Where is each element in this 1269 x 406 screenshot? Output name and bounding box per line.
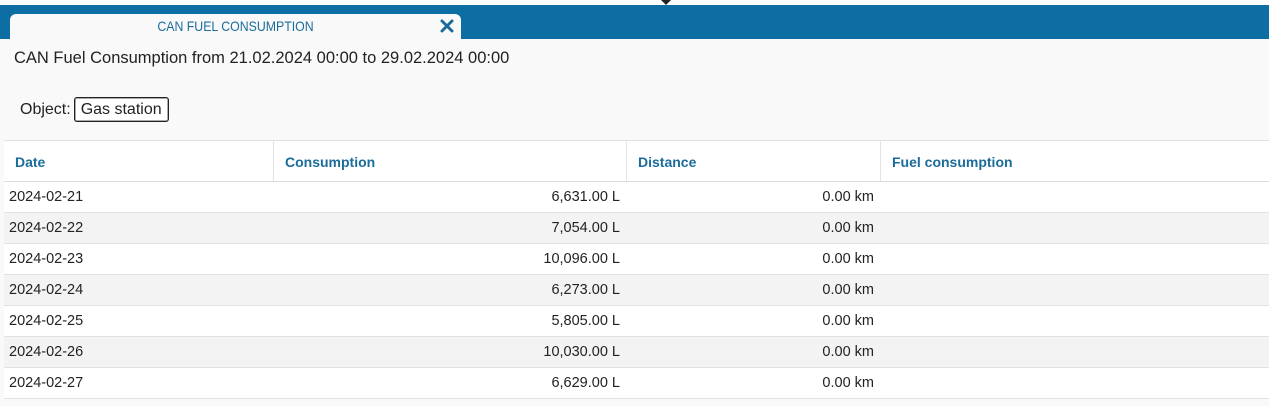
column-header-consumption[interactable]: Consumption <box>274 141 627 181</box>
column-header-date[interactable]: Date <box>4 141 274 181</box>
close-icon[interactable] <box>438 17 456 35</box>
cell-consumption: 5,805.00 L <box>551 313 620 329</box>
cell-consumption: 10,030.00 L <box>543 344 620 360</box>
column-header-distance[interactable]: Distance <box>627 141 881 181</box>
table-row[interactable]: 2024-02-23 10,096.00 L 0.00 km <box>4 244 1269 275</box>
cell-fuel-consumption <box>881 337 1269 367</box>
cell-consumption: 7,054.00 L <box>551 220 620 236</box>
cell-fuel-consumption <box>881 182 1269 212</box>
cell-consumption: 6,631.00 L <box>551 189 620 205</box>
table-header: Date Consumption Distance Fuel consumpti… <box>4 140 1269 182</box>
table-row[interactable]: 2024-02-22 7,054.00 L 0.00 km <box>4 213 1269 244</box>
object-label: Object: <box>20 100 71 118</box>
cell-consumption: 10,096.00 L <box>543 251 620 267</box>
cell-distance: 0.00 km <box>822 282 874 298</box>
cell-fuel-consumption <box>881 368 1269 398</box>
cell-date: 2024-02-26 <box>9 344 84 360</box>
cell-date: 2024-02-27 <box>9 375 84 391</box>
cell-distance: 0.00 km <box>822 313 874 329</box>
cell-fuel-consumption <box>881 275 1269 305</box>
report-window: CAN FUEL CONSUMPTION CAN Fuel Consumptio… <box>0 0 1269 406</box>
cell-consumption: 6,629.00 L <box>551 375 620 391</box>
cell-distance: 0.00 km <box>822 189 874 205</box>
cell-fuel-consumption <box>881 244 1269 274</box>
cell-date: 2024-02-25 <box>9 313 84 329</box>
cell-fuel-consumption <box>881 306 1269 336</box>
cell-distance: 0.00 km <box>822 220 874 236</box>
table-row[interactable]: 2024-02-26 10,030.00 L 0.00 km <box>4 337 1269 368</box>
object-filter: Object: Gas station <box>20 96 169 123</box>
cell-date: 2024-02-23 <box>9 251 84 267</box>
cell-distance: 0.00 km <box>822 251 874 267</box>
table-row[interactable]: 2024-02-25 5,805.00 L 0.00 km <box>4 306 1269 337</box>
tab-can-fuel-consumption[interactable]: CAN FUEL CONSUMPTION <box>10 14 461 39</box>
tab-title: CAN FUEL CONSUMPTION <box>157 18 314 34</box>
consumption-table: Date Consumption Distance Fuel consumpti… <box>4 140 1269 399</box>
cell-fuel-consumption <box>881 213 1269 243</box>
table-body: 2024-02-21 6,631.00 L 0.00 km 2024-02-22 7,0… <box>4 182 1269 399</box>
object-select[interactable]: Gas station <box>73 97 169 122</box>
column-header-fuel-consumption[interactable]: Fuel consumption <box>881 141 1269 181</box>
close-icon-glyph <box>440 19 454 33</box>
report-title: CAN Fuel Consumption from 21.02.2024 00:… <box>14 49 510 67</box>
cell-consumption: 6,273.00 L <box>551 282 620 298</box>
cell-date: 2024-02-22 <box>9 220 84 236</box>
table-row[interactable]: 2024-02-27 6,629.00 L 0.00 km <box>4 368 1269 399</box>
table-row[interactable]: 2024-02-24 6,273.00 L 0.00 km <box>4 275 1269 306</box>
table-row[interactable]: 2024-02-21 6,631.00 L 0.00 km <box>4 182 1269 213</box>
cell-date: 2024-02-24 <box>9 282 84 298</box>
cell-distance: 0.00 km <box>822 375 874 391</box>
cell-date: 2024-02-21 <box>9 189 84 205</box>
cell-distance: 0.00 km <box>822 344 874 360</box>
